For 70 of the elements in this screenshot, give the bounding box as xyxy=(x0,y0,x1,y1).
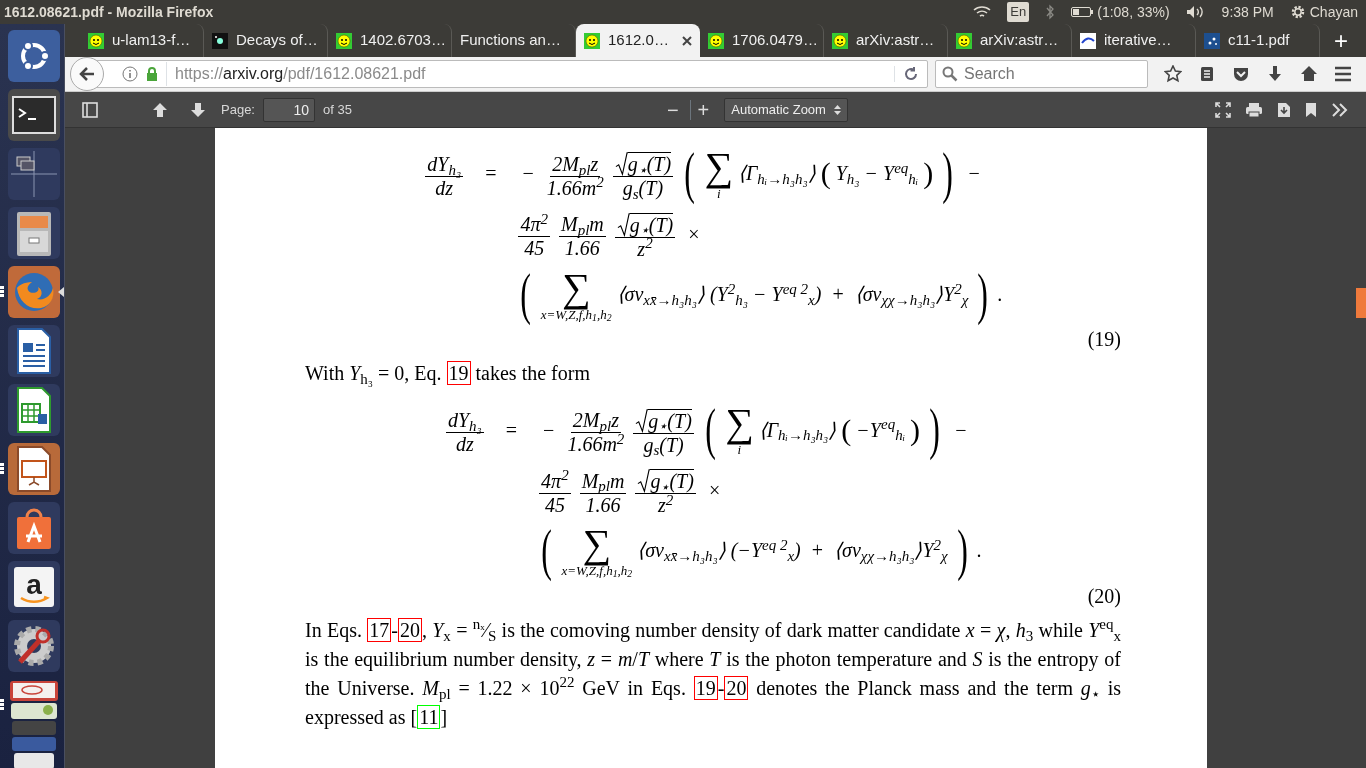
parenthesis: ) xyxy=(929,396,940,464)
math-operator: × xyxy=(688,221,700,247)
amazon-icon[interactable]: a xyxy=(8,561,60,613)
summation: ∑ x=W,Z,f,h$_{1}$,h$_{2}$ xyxy=(561,523,633,577)
page-count: of 35 xyxy=(323,100,352,119)
fraction: g$_{⋆}$(T) z$^{2}$ xyxy=(635,463,696,518)
math-expression: ⟨Γ$_{hᵢ→h₃h₃}$⟩ xyxy=(758,417,837,445)
parenthesis: ( xyxy=(520,260,532,328)
page-number-field[interactable]: 10 xyxy=(263,97,315,122)
parenthesis: ) xyxy=(977,260,989,328)
equation-number: (20) xyxy=(1087,584,1121,607)
citation-link[interactable]: 11 xyxy=(417,704,441,729)
parenthesis: ) xyxy=(942,140,954,207)
fraction: g$_{⋆}$(T) g$_{s}$(T) xyxy=(612,146,674,201)
parenthesis: ( xyxy=(684,140,696,207)
math-operator: − xyxy=(955,417,967,443)
math-expression: (Y$^{2}$$_{h₃}$ − Y$^{eq 2}$$_{x}$) xyxy=(710,279,822,310)
search-field[interactable]: Search xyxy=(935,60,1148,88)
fraction: 4π$^{2}$ 45 xyxy=(539,463,571,517)
zoom-out-button[interactable]: − xyxy=(659,99,686,120)
math-expression: ⟨σv$_{xx̄→h₃h₃}$⟩ xyxy=(616,282,706,310)
fraction: 2M$_{pl}$z 1.66m$^{2}$ xyxy=(546,146,604,200)
equation-link[interactable]: 17 xyxy=(367,617,392,642)
browser-tab[interactable]: 1612.0… xyxy=(576,24,700,57)
zoom-select[interactable]: Automatic Zoom xyxy=(724,97,848,122)
math-operator: + xyxy=(811,538,824,564)
new-tab-button[interactable]: + xyxy=(1320,28,1362,53)
parenthesis: ( xyxy=(841,414,852,445)
fraction: g$_{⋆}$(T) g$_{s}$(T) xyxy=(633,402,694,457)
fraction: 2M$_{pl}$z 1.66m$^{2}$ xyxy=(567,403,625,457)
url-text: https://arxiv.org/pdf/1612.08621.pdf xyxy=(166,62,426,86)
clock[interactable]: 9:38 PM xyxy=(1221,1,1274,23)
summation: ∑ i xyxy=(725,403,754,457)
fraction: M$_{pl}$m 1.66 xyxy=(558,207,606,261)
zoom-in-button[interactable]: + xyxy=(689,99,717,120)
math-operator: − xyxy=(968,161,980,187)
math-operator: = xyxy=(505,417,518,443)
math-operator: − xyxy=(522,161,534,187)
math-expression: ⟨Γ$_{hᵢ→h₃h₃}$⟩ xyxy=(737,161,816,189)
equation-link[interactable]: 20 xyxy=(724,675,749,700)
page-label: Page: xyxy=(221,100,255,119)
equation-link[interactable]: 19 xyxy=(693,675,718,700)
parenthesis: ( xyxy=(541,517,553,584)
battery-status: (1:08, 33%) xyxy=(1097,2,1170,22)
math-operator: × xyxy=(708,478,721,504)
math-operator: + xyxy=(832,282,844,308)
window-title: 1612.08621.pdf - Mozilla Firefox xyxy=(3,2,214,22)
fraction: g$_{⋆}$(T) z$^{2}$ xyxy=(614,206,676,261)
keyboard-layout-indicator[interactable]: En xyxy=(1007,2,1030,22)
math-expression: (−Y$^{eq 2}$$_{x}$) xyxy=(730,535,801,566)
summation: ∑ i xyxy=(704,146,733,200)
parenthesis: ) xyxy=(910,414,920,445)
parenthesis: ( xyxy=(820,158,831,189)
fraction: dY$_{h₃}$ dz xyxy=(446,403,484,457)
parenthesis: ( xyxy=(705,396,716,464)
paragraph: With Y$_{h₃}$ = 0, Eq. 19 takes the form xyxy=(305,360,591,389)
math-operator: − xyxy=(543,417,555,443)
equation-link[interactable]: 20 xyxy=(397,617,422,642)
fraction: 4π$^{2}$ 45 xyxy=(518,207,550,261)
math-expression: ⟨σv$_{xx̄→h₃h₃}$⟩ xyxy=(637,538,726,566)
equation-number: (19) xyxy=(1087,328,1121,351)
math-expression: . xyxy=(997,282,1003,308)
parenthesis: ) xyxy=(923,158,934,189)
math-expression: . xyxy=(977,538,982,564)
user-name[interactable]: Chayan xyxy=(1309,1,1358,23)
parenthesis: ) xyxy=(957,517,968,584)
summation: ∑ x=W,Z,f,h$_{1}$,h$_{2}$ xyxy=(540,267,612,321)
math-operator: = xyxy=(485,161,497,187)
equation-link[interactable]: 19 xyxy=(446,361,471,386)
fraction: dY$_{h₃}$ dz xyxy=(425,146,464,200)
